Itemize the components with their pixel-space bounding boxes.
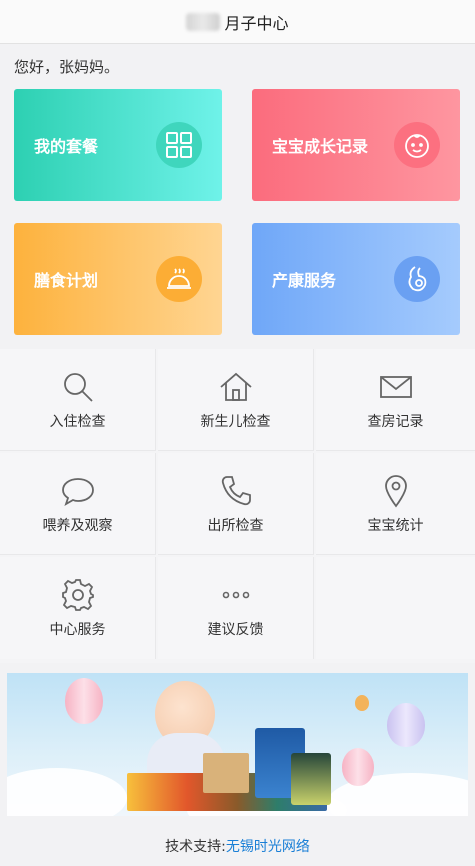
menu-item-baby-stats[interactable]: 宝宝统计 xyxy=(316,453,475,555)
menu-item-checkin[interactable]: 入住检查 xyxy=(0,349,156,451)
blurred-name xyxy=(186,12,221,31)
mail-icon xyxy=(379,375,412,398)
card-label: 产康服务 xyxy=(272,271,337,290)
menu-item-label: 宝宝统计 xyxy=(367,517,424,534)
greeting-text: 您好，张妈妈。 xyxy=(14,58,120,76)
card-label: 宝宝成长记录 xyxy=(272,137,369,156)
cloud-shape xyxy=(7,768,127,816)
card-postpartum-service[interactable]: 产康服务 xyxy=(252,223,460,335)
location-pin-icon xyxy=(384,474,407,507)
menu-item-label: 出所检查 xyxy=(207,517,264,534)
more-dots-icon xyxy=(222,591,249,599)
menu-item-center-service[interactable]: 中心服务 xyxy=(0,557,156,659)
card-my-package[interactable]: 我的套餐 xyxy=(14,89,222,201)
app-header: 月子中心 xyxy=(0,0,475,44)
menu-grid: 入住检查 新生儿检查 查房记录 喂养及观察 出所检查 宝宝统计 中心服务 建议反… xyxy=(0,349,475,663)
balloon-image xyxy=(387,703,425,747)
card-baby-growth[interactable]: 宝宝成长记录 xyxy=(252,89,460,201)
menu-item-ward-round[interactable]: 查房记录 xyxy=(316,349,475,451)
page-title: 月子中心 xyxy=(224,13,289,33)
balloon-image xyxy=(355,695,369,711)
pregnancy-icon xyxy=(394,256,440,302)
card-label: 膳食计划 xyxy=(34,271,99,290)
search-icon xyxy=(63,372,93,402)
card-label: 我的套餐 xyxy=(34,137,99,156)
menu-item-label: 入住检查 xyxy=(49,413,106,430)
home-icon xyxy=(219,372,252,401)
footer: 技术支持:无锡时光网络 xyxy=(0,836,475,856)
balloon-image xyxy=(65,678,103,724)
menu-empty-cell xyxy=(316,557,475,659)
menu-item-label: 喂养及观察 xyxy=(42,517,113,534)
menu-item-newborn-check[interactable]: 新生儿检查 xyxy=(158,349,314,451)
grid-icon xyxy=(156,122,202,168)
biscuit-box-image xyxy=(203,753,249,793)
card-meal-plan[interactable]: 膳食计划 xyxy=(14,223,222,335)
menu-item-label: 新生儿检查 xyxy=(200,413,271,430)
menu-item-discharge-check[interactable]: 出所检查 xyxy=(158,453,314,555)
menu-item-feeding[interactable]: 喂养及观察 xyxy=(0,453,156,555)
footer-prefix: 技术支持: xyxy=(165,839,226,855)
gear-icon xyxy=(61,579,94,611)
chat-bubble-icon xyxy=(61,477,94,506)
menu-item-label: 中心服务 xyxy=(49,622,106,638)
menu-item-label: 查房记录 xyxy=(367,413,424,430)
balloon-image xyxy=(342,748,374,786)
promo-banner[interactable] xyxy=(7,673,468,816)
baby-face-icon xyxy=(394,122,440,168)
company-link[interactable]: 无锡时光网络 xyxy=(226,839,310,855)
milk-can-image xyxy=(291,753,331,805)
food-cloche-icon xyxy=(156,256,202,302)
menu-item-label: 建议反馈 xyxy=(207,622,264,638)
phone-icon xyxy=(221,475,251,505)
menu-item-feedback[interactable]: 建议反馈 xyxy=(158,557,314,659)
